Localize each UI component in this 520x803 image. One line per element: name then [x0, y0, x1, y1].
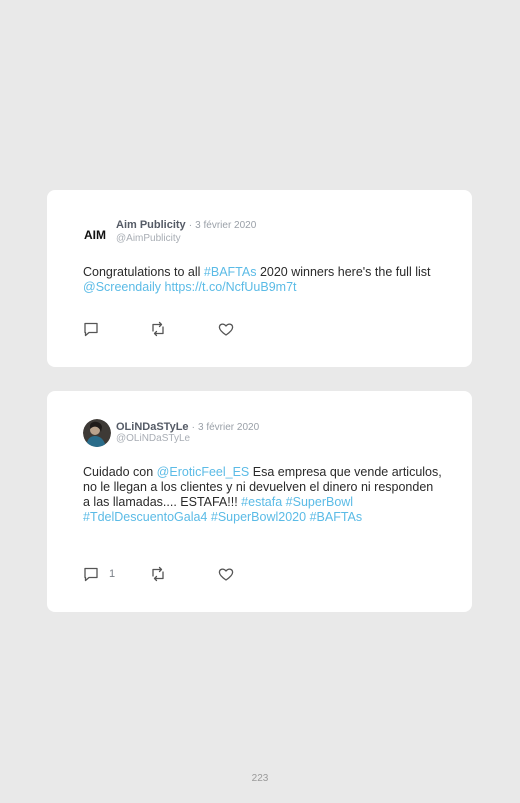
hashtag-link[interactable]: #BAFTAs [310, 510, 363, 524]
mention-link[interactable]: @Screendaily [83, 280, 161, 294]
hashtag-link[interactable]: #SuperBowl [286, 495, 353, 509]
hashtag-link[interactable]: #TdelDescuentoGala4 [83, 510, 207, 524]
reply-button[interactable] [83, 321, 109, 337]
heart-icon [218, 323, 234, 336]
text-segment: Congratulations to all [83, 265, 204, 279]
tweet-text: Cuidado con @EroticFeel_ES Esa empresa q… [83, 465, 443, 525]
author-handle[interactable]: @OLiNDaSTyLe [116, 433, 190, 444]
retweet-button[interactable] [150, 321, 166, 337]
separator-dot: · [188, 220, 193, 231]
url-link[interactable]: https://t.co/NcfUuB9m7t [165, 280, 297, 294]
tweet-date[interactable]: 3 février 2020 [198, 422, 259, 433]
heart-icon [218, 568, 234, 581]
tweet-date[interactable]: 3 février 2020 [195, 220, 256, 231]
tweet-text: Congratulations to all #BAFTAs 2020 winn… [83, 265, 443, 295]
aim-logo-text: AIM [84, 228, 106, 242]
text-segment: Cuidado con [83, 465, 157, 479]
text-segment: 2020 winners here's the full list [256, 265, 431, 279]
reply-count: 1 [109, 568, 116, 580]
retweet-button[interactable] [150, 566, 166, 582]
page-number: 223 [251, 773, 269, 784]
aim-logo-avatar[interactable]: AIM [83, 220, 111, 248]
like-button[interactable] [218, 566, 234, 582]
reply-icon [84, 567, 98, 582]
like-button[interactable] [218, 321, 234, 337]
reply-button[interactable]: 1 [83, 566, 115, 582]
tweet-card-olindastyle[interactable]: OLiNDaSTyLe · 3 février 2020 @OLiNDaSTyL… [47, 391, 472, 612]
author-name[interactable]: Aim Publicity [116, 219, 186, 231]
mention-link[interactable]: @EroticFeel_ES [157, 465, 250, 479]
hashtag-link[interactable]: #estafa [241, 495, 282, 509]
separator-dot: · [191, 422, 195, 433]
retweet-icon [152, 321, 164, 337]
hashtag-link[interactable]: #SuperBowl2020 [211, 510, 306, 524]
author-handle[interactable]: @AimPublicity [116, 233, 181, 244]
retweet-icon [152, 566, 164, 582]
user-avatar[interactable] [83, 419, 111, 447]
tweet-card-aim-publicity[interactable]: AIM Aim Publicity · 3 février 2020 @AimP… [47, 190, 472, 367]
hashtag-link[interactable]: #BAFTAs [204, 265, 257, 279]
author-name[interactable]: OLiNDaSTyLe [116, 421, 189, 433]
reply-icon [84, 322, 98, 337]
